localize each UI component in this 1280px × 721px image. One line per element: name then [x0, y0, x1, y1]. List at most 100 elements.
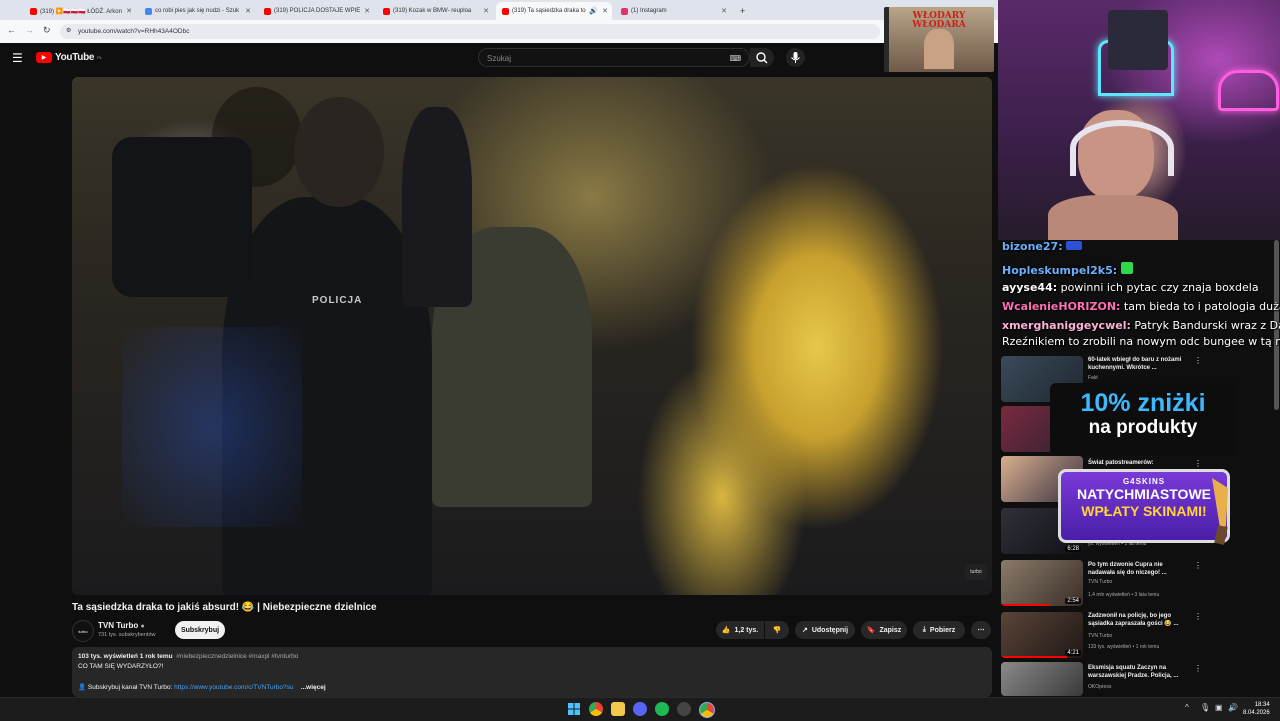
youtube-favicon-icon: [264, 7, 271, 15]
chrome-active-icon[interactable]: [699, 702, 715, 718]
badge-figure: [924, 29, 954, 69]
clock[interactable]: 18:34 8.04.2026: [1243, 701, 1270, 717]
url-field[interactable]: ⚙ youtube.com/watch?v=RHh43A4ODbc: [60, 24, 880, 39]
chrome-icon[interactable]: [589, 702, 603, 716]
recommended-title[interactable]: 60-latek wbiegł do baru z nożami kuchenn…: [1088, 356, 1188, 372]
microphone-icon: [791, 52, 800, 63]
video-blue-light: [122, 327, 302, 527]
search-icon: [756, 52, 768, 64]
recommended-meta: 133 tys. wyświetleń • 1 rok temu: [1088, 644, 1160, 650]
more-icon[interactable]: ⋮: [1194, 612, 1202, 621]
google-favicon-icon: [145, 7, 152, 15]
microphone-tray-icon[interactable]: 🎙: [1200, 703, 1210, 712]
channel-avatar[interactable]: turbo: [72, 620, 94, 642]
search-button[interactable]: [750, 48, 774, 67]
share-button[interactable]: ↗ Udostępnij: [795, 621, 855, 639]
volume-icon[interactable]: 🔊: [1228, 703, 1238, 712]
file-explorer-icon[interactable]: [611, 702, 625, 716]
recommended-channel: TVN Turbo: [1088, 633, 1113, 639]
recommended-title[interactable]: Eksmisja squatu Zaczyn na warszawskiej P…: [1088, 664, 1188, 680]
recommended-title[interactable]: Po tym dzwonie Cupra nie nadawała się do…: [1088, 561, 1188, 577]
new-tab-button[interactable]: +: [734, 2, 750, 20]
more-icon[interactable]: ⋮: [1194, 459, 1202, 468]
site-info-icon[interactable]: ⚙: [66, 24, 71, 39]
search-input[interactable]: Szukaj ⌨: [478, 48, 750, 67]
speaker-icon[interactable]: 🔊: [589, 7, 598, 15]
recommended-thumbnail[interactable]: [1001, 662, 1083, 696]
recommended-meta: 1,4 mln wyświetleń • 3 lata temu: [1088, 592, 1160, 598]
description-link[interactable]: https://www.youtube.com/c/TVNTurbo?su: [174, 684, 293, 691]
browser-tab[interactable]: (319) ▶️🇵🇱🇵🇱🇵🇱 ŁÓDŹ. Arkon ✕: [24, 2, 136, 20]
close-tab-icon[interactable]: ✕: [602, 7, 608, 15]
forward-icon[interactable]: →: [25, 25, 34, 35]
channel-name[interactable]: TVN Turbo ●: [98, 621, 145, 630]
close-tab-icon[interactable]: ✕: [721, 7, 727, 15]
dislike-button[interactable]: 👎: [765, 621, 789, 639]
more-icon[interactable]: ⋮: [1194, 561, 1202, 570]
watch-progress-bar: [1001, 656, 1067, 658]
browser-tab[interactable]: (319) Kozak w BMW- reuploa ✕: [377, 2, 493, 20]
video-description[interactable]: 103 tys. wyświetleń 1 rok temu #niebezpi…: [72, 647, 992, 697]
close-tab-icon[interactable]: ✕: [483, 7, 489, 15]
show-more-link[interactable]: ...więcej: [301, 684, 326, 691]
menu-icon[interactable]: ☰: [12, 51, 23, 65]
bookmark-icon: 🔖: [866, 627, 876, 634]
download-button[interactable]: ⤓ Pobierz: [913, 621, 965, 639]
more-icon[interactable]: ⋮: [1194, 664, 1202, 673]
chat-message: Rzeźnikiem to zrobili na nowym odc bunge…: [1002, 335, 1280, 348]
discord-icon[interactable]: [633, 702, 647, 716]
browser-tab-active[interactable]: (319) Ta sąsiedzka draka to 🔊 ✕: [496, 2, 612, 20]
more-actions-button[interactable]: ⋯: [971, 621, 991, 639]
browser-tab[interactable]: (319) POLICJA DOSTAJE WPIE ✕: [258, 2, 374, 20]
close-tab-icon[interactable]: ✕: [126, 7, 132, 15]
recommended-thumbnail[interactable]: 4:21: [1001, 612, 1083, 658]
close-tab-icon[interactable]: ✕: [364, 7, 370, 15]
neon-house-sign: [1218, 70, 1279, 111]
like-button[interactable]: 👍 1,2 tys.: [716, 621, 764, 639]
chat-message: bizone27:: [1002, 240, 1083, 253]
description-subscribe-line: 👤 Subskrybuj kanał TVN Turbo: https://ww…: [78, 684, 326, 691]
police-label: POLICJA: [312, 295, 363, 306]
youtube-logo[interactable]: ▶ YouTube PL: [36, 52, 102, 63]
youtube-play-icon: ▶: [36, 52, 52, 63]
chat-message: xmerghaniggeycwel: Patryk Bandurski wraz…: [1002, 319, 1280, 332]
recommended-channel: TVN Turbo: [1088, 579, 1113, 585]
recommended-thumbnail[interactable]: 2:54: [1001, 560, 1083, 606]
browser-tab[interactable]: (1) Instagram ✕: [615, 2, 731, 20]
address-bar-row: ← → ↻ ⚙ youtube.com/watch?v=RHh43A4ODbc: [0, 20, 998, 43]
recommended-channel: OKOpress: [1088, 684, 1112, 690]
description-line: CO TAM SIĘ WYDARZYŁO?!: [78, 663, 164, 670]
obs-icon[interactable]: [677, 702, 691, 716]
channel-subscribers: 731 tys. subskrybentów: [98, 632, 156, 638]
recommended-title[interactable]: Świat patostreamerów:: [1088, 459, 1188, 467]
tray-chevron-icon[interactable]: ^: [1185, 703, 1189, 712]
keyboard-icon[interactable]: ⌨: [729, 49, 741, 68]
spotify-icon[interactable]: [655, 702, 669, 716]
video-player[interactable]: POLICJA turbo: [72, 77, 992, 595]
subscribe-button[interactable]: Subskrybuj: [175, 621, 225, 639]
chat-message: Hopleskumpel2k5:: [1002, 262, 1133, 277]
emote-icon: [1120, 262, 1133, 274]
youtube-favicon-icon: [30, 7, 37, 15]
back-icon[interactable]: ←: [7, 25, 16, 35]
windows-taskbar: ^ 🎙 ▣ 🔊 18:34 8.04.2026: [0, 697, 1280, 721]
streamer-camera-overlay: [998, 0, 1280, 240]
save-button[interactable]: 🔖 Zapisz: [861, 621, 907, 639]
close-tab-icon[interactable]: ✕: [245, 7, 251, 15]
browser-tab-strip: (319) ▶️🇵🇱🇵🇱🇵🇱 ŁÓDŹ. Arkon ✕ co robi pies…: [0, 0, 998, 20]
voice-search-button[interactable]: [786, 48, 805, 67]
browser-tab[interactable]: co robi pies jak się nudzi - Szuk ✕: [139, 2, 255, 20]
start-icon[interactable]: [567, 702, 581, 716]
recommended-title[interactable]: Zadzwonił na policję, bo jego sąsiadka z…: [1088, 612, 1188, 628]
more-icon[interactable]: ⋮: [1194, 356, 1202, 365]
headphones: [1070, 120, 1174, 176]
emote-icon: [1066, 241, 1083, 250]
share-icon: ↗: [801, 627, 808, 634]
network-icon[interactable]: ▣: [1215, 703, 1223, 712]
thumbs-up-icon: 👍: [721, 627, 731, 634]
thumbs-down-icon: 👎: [772, 627, 782, 634]
reload-icon[interactable]: ↻: [43, 25, 51, 36]
badge-border: [884, 7, 889, 72]
youtube-favicon-icon: [383, 7, 390, 15]
download-icon: ⤓: [922, 626, 926, 633]
